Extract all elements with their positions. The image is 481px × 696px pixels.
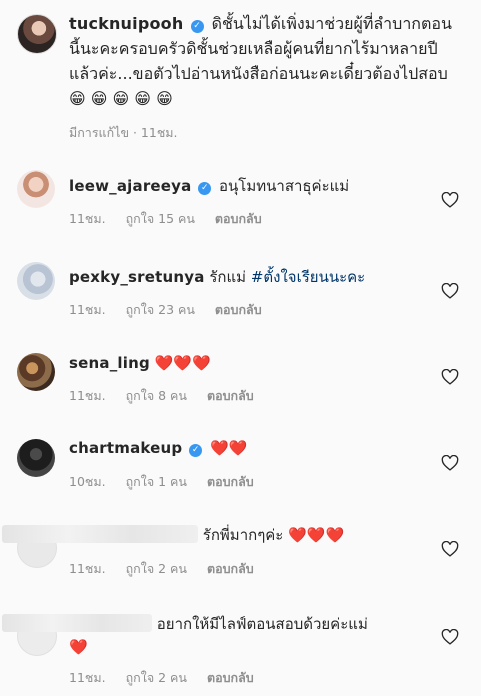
comment-body: pexky_sretunya รักแม่ #ตั้งใจเรียนนะคะ (69, 266, 431, 288)
verified-badge-icon: ✓ (189, 444, 203, 457)
comment-time: 11ชม. (69, 561, 106, 576)
comment-time: 10ชม. (69, 474, 106, 489)
caption-emoji: 😁 😁 😁 😁 😁 (69, 89, 173, 108)
blurred-username (2, 614, 152, 632)
comment-body-line2: ❤️ (69, 636, 431, 658)
comment-body: chartmakeup ✓ ❤️❤️ (69, 437, 431, 459)
avatar[interactable] (17, 353, 55, 391)
like-count[interactable]: ถูกใจ 23 คน (126, 302, 195, 317)
comment-username[interactable]: pexky_sretunya (69, 268, 205, 286)
heart-emoji: ❤️❤️❤️ (154, 354, 211, 372)
comment-time: 11ชม. (69, 670, 106, 685)
heart-outline-icon[interactable] (441, 541, 459, 557)
comment-time: 11ชม. (69, 388, 106, 403)
comment-username[interactable]: chartmakeup (69, 439, 182, 457)
like-count[interactable]: ถูกใจ 2 คน (126, 670, 187, 685)
comment-meta: 11ชม. ถูกใจ 2 คน ตอบกลับ (69, 559, 270, 579)
comment-text: รักแม่ (209, 268, 247, 286)
comment-body: sena_ling ❤️❤️❤️ (69, 352, 431, 374)
comment-time: 11ชม. (69, 211, 106, 226)
comment-body: leew_ajareeya ✓ อนุโมทนาสาธุค่ะแม่ (69, 175, 431, 197)
reply-button[interactable]: ตอบกลับ (207, 561, 254, 576)
comment-time: 11ชม. (69, 302, 106, 317)
comment-username[interactable]: leew_ajareeya (69, 177, 191, 195)
like-count[interactable]: ถูกใจ 8 คน (126, 388, 187, 403)
heart-emoji: ❤️❤️❤️ (288, 526, 345, 544)
reply-button[interactable]: ตอบกลับ (207, 670, 254, 685)
comment-meta: 11ชม. ถูกใจ 23 คน ตอบกลับ (69, 300, 278, 320)
comment-meta: 11ชม. ถูกใจ 15 คน ตอบกลับ (69, 209, 278, 229)
comment-text: อนุโมทนาสาธุค่ะแม่ (219, 177, 350, 195)
avatar[interactable] (17, 170, 55, 208)
heart-outline-icon[interactable] (441, 455, 459, 471)
like-count[interactable]: ถูกใจ 2 คน (126, 561, 187, 576)
comment-meta: 11ชม. ถูกใจ 2 คน ตอบกลับ (69, 668, 270, 688)
reply-button[interactable]: ตอบกลับ (215, 211, 262, 226)
avatar[interactable] (17, 262, 55, 300)
avatar[interactable] (17, 14, 57, 54)
like-count[interactable]: ถูกใจ 1 คน (126, 474, 187, 489)
comment-body: อยากให้มีไลฟ์ตอนสอบด้วยค่ะแม่ (0, 613, 431, 635)
heart-outline-icon[interactable] (441, 629, 459, 645)
heart-outline-icon[interactable] (441, 192, 459, 208)
like-count[interactable]: ถูกใจ 15 คน (126, 211, 195, 226)
verified-badge-icon: ✓ (190, 20, 204, 33)
comment-body: รักพี่มากๆค่ะ ❤️❤️❤️ (0, 524, 431, 546)
avatar[interactable] (17, 439, 55, 477)
comment-text: รักพี่มากๆค่ะ (202, 526, 284, 544)
reply-button[interactable]: ตอบกลับ (215, 302, 262, 317)
reply-button[interactable]: ตอบกลับ (207, 388, 254, 403)
post-meta: มีการแก้ไข · 11ชม. (69, 125, 178, 140)
hashtag-link[interactable]: #ตั้งใจเรียนนะคะ (251, 268, 365, 286)
verified-badge-icon: ✓ (198, 182, 212, 195)
blurred-username (2, 525, 198, 543)
comment-text: อยากให้มีไลฟ์ตอนสอบด้วยค่ะแม่ (156, 615, 368, 633)
heart-outline-icon[interactable] (441, 283, 459, 299)
reply-button[interactable]: ตอบกลับ (207, 474, 254, 489)
post-username[interactable]: tucknuipooh (69, 14, 183, 33)
post-caption: tucknuipooh ✓ ดิชั้นไม่ได้เพิ่งมาช่วยผู้… (69, 11, 461, 111)
comment-meta: 10ชม. ถูกใจ 1 คน ตอบกลับ (69, 472, 270, 492)
comment-meta: 11ชม. ถูกใจ 8 คน ตอบกลับ (69, 386, 270, 406)
heart-emoji: ❤️ (69, 638, 88, 656)
heart-emoji: ❤️❤️ (209, 439, 248, 457)
comment-username[interactable]: sena_ling (69, 354, 150, 372)
heart-outline-icon[interactable] (441, 369, 459, 385)
